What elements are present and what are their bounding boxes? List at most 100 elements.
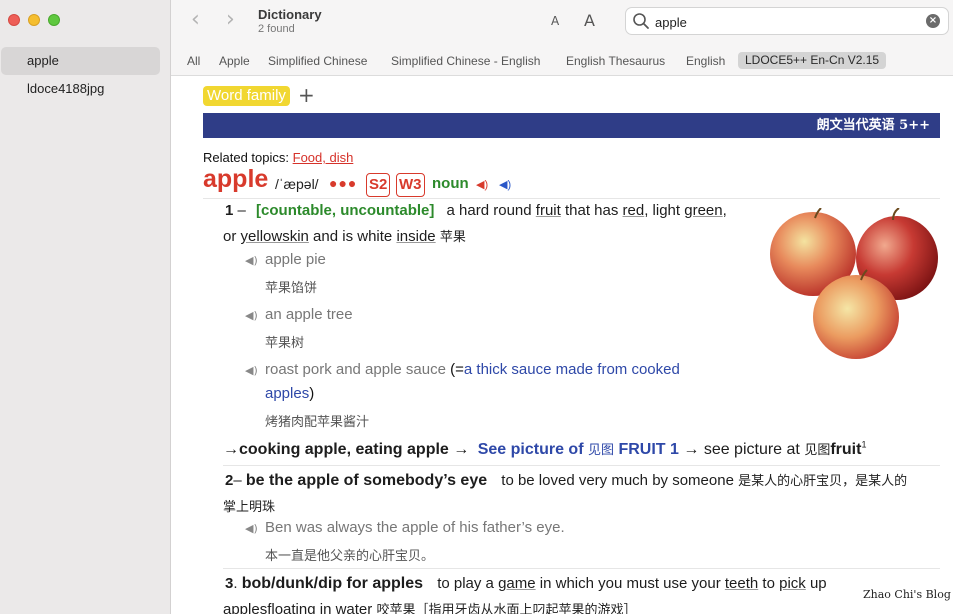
example-speaker-icon[interactable]: ◀) <box>245 364 258 377</box>
gloss-text: a thick sauce made from cooked <box>463 361 680 378</box>
tab-simplified-chinese-english[interactable]: Simplified Chinese - English <box>391 53 540 69</box>
definition-text: and is white <box>313 228 393 245</box>
gloss-paren: ) <box>309 385 315 402</box>
watermark: Zhao Chi's Blog <box>863 588 951 601</box>
related-topics: Related topics: Food, dish <box>203 150 353 165</box>
example-sentence: an apple tree <box>265 306 353 323</box>
tab-apple[interactable]: Apple <box>219 53 250 69</box>
forward-arrow-icon[interactable]: › <box>226 9 235 31</box>
font-smaller-button[interactable]: A <box>551 14 559 28</box>
example-sentence-cont: apples) <box>265 385 314 402</box>
example-translation: 烤猪肉配苹果酱汁 <box>265 415 370 430</box>
search-field[interactable]: × <box>625 7 949 35</box>
close-window-button[interactable] <box>8 14 20 26</box>
clear-search-icon[interactable]: × <box>926 14 940 28</box>
link-word-game[interactable]: game <box>498 575 536 592</box>
example-speaker-icon[interactable]: ◀) <box>245 309 258 322</box>
xref-phrases[interactable]: cooking apple, eating apple <box>239 441 449 458</box>
see-picture-at: see picture at <box>703 441 800 458</box>
definition-text: to <box>762 575 775 592</box>
see-picture-cn: 见图 <box>587 443 614 458</box>
american-speaker-icon[interactable]: ◀) <box>499 178 511 191</box>
sense-number: 1 <box>225 202 234 219</box>
example-translation: 苹果馅饼 <box>265 281 318 296</box>
example-speaker-icon[interactable]: ◀) <box>245 522 258 535</box>
search-icon <box>633 13 649 29</box>
definition-text: , light <box>644 202 681 219</box>
cross-reference: →cooking apple, eating apple → See pictu… <box>223 439 866 459</box>
tab-english-thesaurus[interactable]: English Thesaurus <box>566 53 665 69</box>
expand-plus-icon[interactable]: + <box>298 83 315 107</box>
dictionary-window: apple ldoce4188jpg ‹ › Dictionary 2 foun… <box>0 0 953 614</box>
divider <box>223 568 940 569</box>
fruit-link[interactable]: fruit <box>830 441 861 458</box>
word-family-button[interactable]: Word family <box>203 86 290 106</box>
dictionary-banner: 朗文当代英语 5++ <box>203 113 940 138</box>
link-word-inside[interactable]: inside <box>396 228 435 245</box>
sidebar-item-apple[interactable]: apple <box>1 47 160 75</box>
headword: apple <box>203 165 269 193</box>
fruit-picture-link[interactable]: FRUIT 1 <box>618 441 678 458</box>
example-sentence: apple pie <box>265 251 326 268</box>
sense-dash: – <box>237 202 246 219</box>
spoken-frequency-badge: S2 <box>366 173 391 197</box>
sense-dot: . <box>233 575 238 592</box>
gloss-paren: (= <box>450 361 464 378</box>
tab-english[interactable]: English <box>686 53 725 69</box>
sidebar: apple ldoce4188jpg <box>0 0 171 614</box>
definition-text: a hard round <box>446 202 532 219</box>
example-speaker-icon[interactable]: ◀) <box>245 254 258 267</box>
definition-text: in which you must use your <box>539 575 721 592</box>
sense-3-line-1: 3. bob/dunk/dip for apples to play a gam… <box>225 575 827 593</box>
superscript: 1 <box>861 439 867 450</box>
zoom-window-button[interactable] <box>48 14 60 26</box>
sidebar-item-ldoce4188jpg[interactable]: ldoce4188jpg <box>1 75 160 103</box>
definition-text: applesfloating in water <box>223 601 373 614</box>
sense-1-line-1: 1 – [countable, uncountable] a hard roun… <box>225 202 727 219</box>
window-title: Dictionary <box>258 7 322 22</box>
tab-simplified-chinese[interactable]: Simplified Chinese <box>268 53 367 69</box>
frequency-dots: ●●● <box>329 175 358 191</box>
link-word-teeth[interactable]: teeth <box>725 575 758 592</box>
see-picture-cn: 见图 <box>804 443 831 458</box>
sense-phrase: bob/dunk/dip for apples <box>241 575 424 592</box>
chinese-translation: 苹果 <box>439 230 466 245</box>
written-frequency-badge: W3 <box>396 173 425 197</box>
example-sentence: roast pork and apple sauce (=a thick sau… <box>265 361 680 378</box>
chinese-translation: 咬苹果［指用牙齿从水面上叼起苹果的游戏］ <box>376 603 637 614</box>
link-word-green[interactable]: green <box>684 202 722 219</box>
definition-text: that has <box>564 202 619 219</box>
sense-3-line-2: applesfloating in water 咬苹果［指用牙齿从水面上叼起苹果… <box>223 599 636 614</box>
search-input[interactable] <box>655 12 925 32</box>
tab-ldoce5[interactable]: LDOCE5++ En-Cn V2.15 <box>738 52 887 69</box>
pronunciation: /ˈæpəl/ <box>275 176 319 192</box>
font-larger-button[interactable]: A <box>584 11 595 30</box>
toolbar: ‹ › Dictionary 2 found A A × <box>171 0 953 44</box>
link-word-red[interactable]: red <box>623 202 645 219</box>
british-speaker-icon[interactable]: ◀) <box>476 178 488 191</box>
gloss-text: apples <box>265 385 310 402</box>
chinese-translation: 掌上明珠 <box>223 500 276 515</box>
sense-1-line-2: or yellowskin and is white inside 苹果 <box>223 226 466 245</box>
definition-text: up <box>809 575 827 592</box>
link-word-fruit[interactable]: fruit <box>536 202 561 219</box>
tab-all[interactable]: All <box>187 53 200 69</box>
link-word-pick[interactable]: pick <box>779 575 806 592</box>
related-topics-label: Related topics: <box>203 150 289 165</box>
see-picture-link[interactable]: See picture of <box>478 441 584 458</box>
sense-phrase: be the apple of somebody’s eye <box>245 472 488 489</box>
definition-text: to be loved very much by someone <box>501 472 734 489</box>
back-arrow-icon[interactable]: ‹ <box>191 9 200 31</box>
example-text: roast pork and apple sauce <box>265 361 446 378</box>
related-topic-link[interactable]: Food, dish <box>293 150 354 165</box>
link-word-yellowskin[interactable]: yellowskin <box>241 228 309 245</box>
minimize-window-button[interactable] <box>28 14 40 26</box>
entry-content: Word family + 朗文当代英语 5++ Related topics:… <box>171 77 953 614</box>
chinese-translation: 是某人的心肝宝贝，是某人的 <box>738 474 908 489</box>
definition-text: , <box>722 202 727 219</box>
example-sentence: Ben was always the apple of his father’s… <box>265 519 565 536</box>
dictionary-tabs: All Apple Simplified Chinese Simplified … <box>171 44 953 76</box>
apple-image <box>770 208 938 359</box>
xref-arrow: → <box>683 441 700 458</box>
definition-text: or <box>223 228 237 245</box>
